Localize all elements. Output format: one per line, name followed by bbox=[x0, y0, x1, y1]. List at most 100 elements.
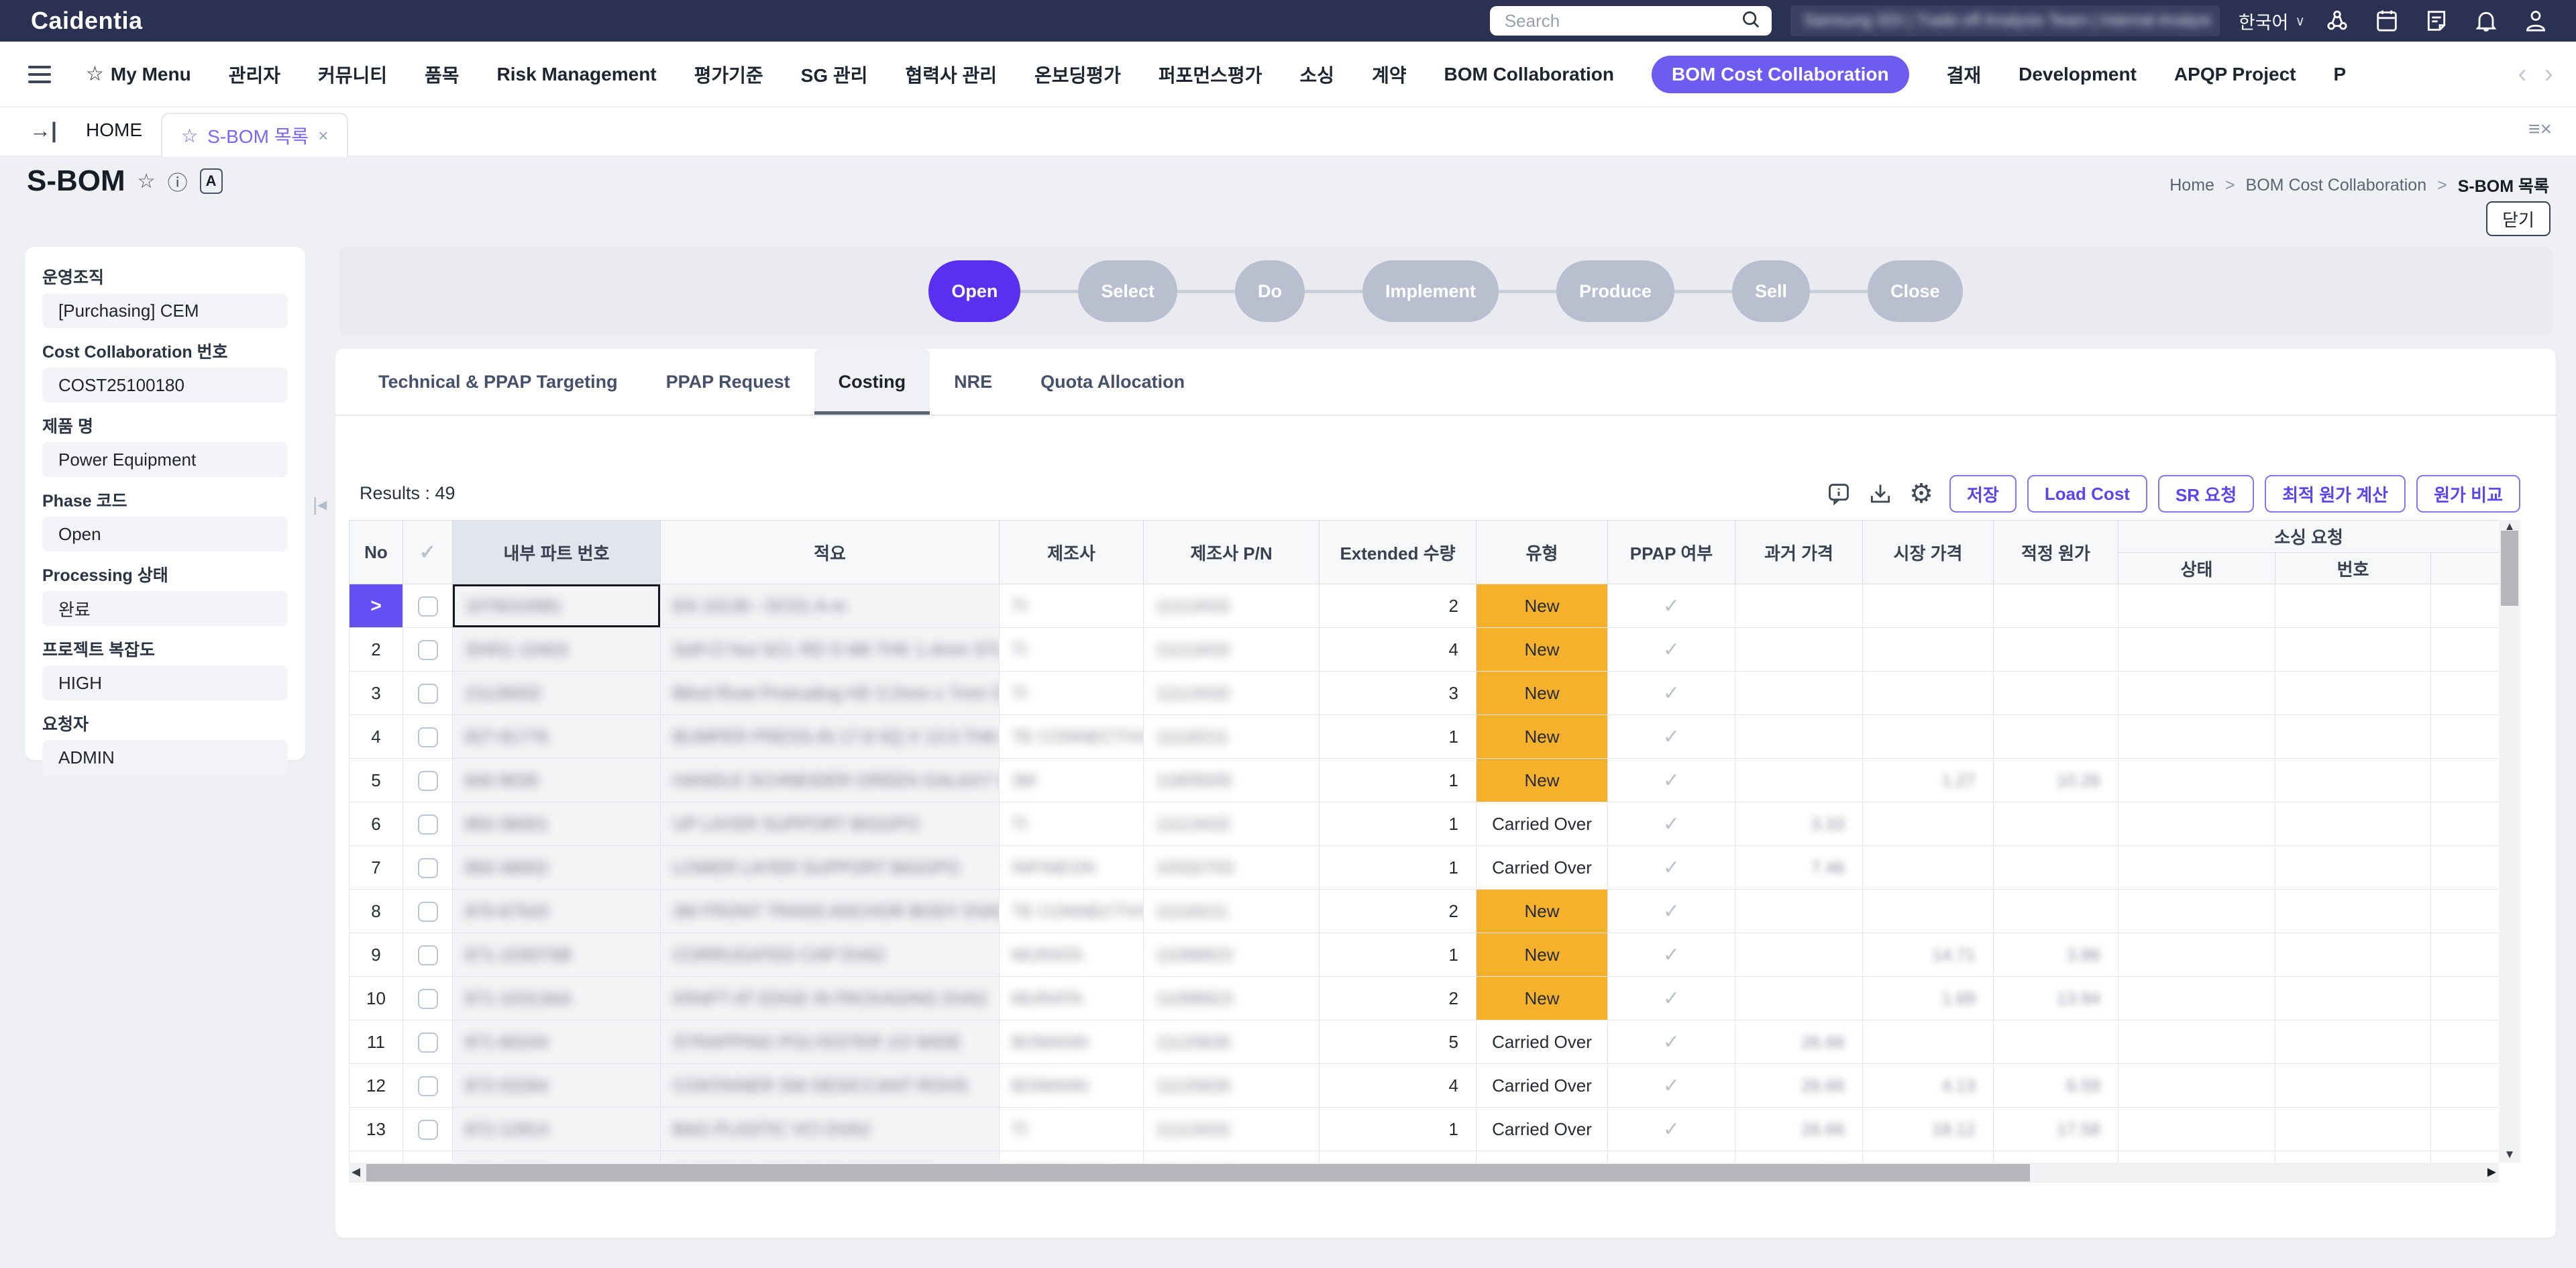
target-price-cell[interactable] bbox=[1994, 1151, 2118, 1163]
tab-technical-ppap-targeting[interactable]: Technical & PPAP Targeting bbox=[354, 349, 642, 415]
manufacturer-cell[interactable]: TI bbox=[1000, 672, 1144, 715]
row-checkbox[interactable] bbox=[418, 858, 438, 878]
sourcing-status-cell[interactable] bbox=[2118, 759, 2275, 802]
type-cell[interactable]: New bbox=[1477, 628, 1608, 672]
close-page-button[interactable]: 닫기 bbox=[2486, 201, 2551, 236]
manufacturer-pn-cell[interactable]: 10332703 bbox=[1144, 846, 1320, 890]
row-checkbox-cell[interactable] bbox=[403, 1020, 453, 1064]
info-bubble-icon[interactable] bbox=[1826, 481, 1851, 507]
row-checkbox[interactable] bbox=[418, 945, 438, 965]
row-checkbox-cell[interactable] bbox=[403, 1151, 453, 1163]
row-no-cell[interactable]: 12 bbox=[350, 1064, 403, 1108]
manufacturer-cell[interactable]: INFINEON bbox=[1000, 846, 1144, 890]
sourcing-number-cell[interactable] bbox=[2275, 977, 2431, 1020]
extended-qty-cell[interactable]: 5 bbox=[1320, 1020, 1477, 1064]
extended-qty-cell[interactable]: 2 bbox=[1320, 584, 1477, 628]
sourcing-number-cell[interactable] bbox=[2275, 759, 2431, 802]
menu-item-risk-management[interactable]: Risk Management bbox=[497, 64, 657, 85]
type-cell[interactable]: Carried Over bbox=[1477, 846, 1608, 890]
row-checkbox-cell[interactable] bbox=[403, 890, 453, 933]
part-number-cell[interactable]: 840-9030 bbox=[453, 759, 661, 802]
field-value[interactable]: ADMIN bbox=[42, 740, 288, 775]
close-tab-icon[interactable]: × bbox=[318, 125, 328, 146]
past-price-cell[interactable]: 3.33 bbox=[1735, 802, 1863, 846]
col-header-제조사-p-n[interactable]: 제조사 P/N bbox=[1144, 521, 1320, 584]
row-no-cell[interactable]: 6 bbox=[350, 802, 403, 846]
scroll-left-icon[interactable]: ◀ bbox=[352, 1165, 360, 1179]
menu-item-관리자[interactable]: 관리자 bbox=[229, 61, 280, 88]
원가-비교-button[interactable]: 원가 비교 bbox=[2416, 475, 2520, 513]
row-checkbox[interactable] bbox=[418, 684, 438, 704]
download-icon[interactable] bbox=[1868, 481, 1893, 507]
part-number-cell[interactable]: 871-60244 bbox=[453, 1020, 661, 1064]
manufacturer-cell[interactable]: MURATA bbox=[1000, 933, 1144, 977]
extended-qty-cell[interactable]: 1 bbox=[1320, 1108, 1477, 1151]
manufacturer-pn-cell[interactable]: 11113433 bbox=[1144, 628, 1320, 672]
target-price-cell[interactable]: 6.59 bbox=[1994, 1064, 2118, 1108]
favorite-star-icon[interactable]: ☆ bbox=[138, 170, 156, 193]
manufacturer-pn-cell[interactable]: 11116211 bbox=[1144, 715, 1320, 759]
row-checkbox-cell[interactable] bbox=[403, 1108, 453, 1151]
row-checkbox-cell[interactable] bbox=[403, 846, 453, 890]
part-number-cell[interactable]: 1076010081 bbox=[453, 584, 661, 628]
manufacturer-cell[interactable]: BOMANN bbox=[1000, 1020, 1144, 1064]
menu-scroll-right-icon[interactable]: › bbox=[2544, 59, 2553, 89]
past-price-cell[interactable]: 7.46 bbox=[1735, 846, 1863, 890]
description-cell[interactable]: Self-Cl Nut SCL RD S M6 THK 1.4mm STL bbox=[661, 628, 1000, 672]
past-price-cell[interactable] bbox=[1735, 715, 1863, 759]
search-input[interactable] bbox=[1505, 11, 1741, 32]
sourcing-status-cell[interactable] bbox=[2118, 715, 2275, 759]
row-no-cell[interactable]: > bbox=[350, 584, 403, 628]
sourcing-status-cell[interactable] bbox=[2118, 672, 2275, 715]
ppap-cell[interactable]: ✓ bbox=[1608, 977, 1735, 1020]
row-no-cell[interactable]: 13 bbox=[350, 1108, 403, 1151]
stage-do[interactable]: Do bbox=[1235, 260, 1305, 322]
manufacturer-cell[interactable]: TI bbox=[1000, 584, 1144, 628]
field-value[interactable]: Power Equipment bbox=[42, 442, 288, 477]
row-checkbox[interactable] bbox=[418, 596, 438, 617]
col-header-유형[interactable]: 유형 bbox=[1477, 521, 1608, 584]
row-checkbox[interactable] bbox=[418, 1076, 438, 1096]
description-cell[interactable]: CONTAINER SW DESICCANT ROHS bbox=[661, 1064, 1000, 1108]
row-checkbox-cell[interactable] bbox=[403, 715, 453, 759]
description-cell[interactable]: 3M FRONT TRANS ANCHOR BODY DVA2 bbox=[661, 890, 1000, 933]
tab-home[interactable]: HOME bbox=[86, 119, 142, 141]
market-price-cell[interactable] bbox=[1863, 1151, 1994, 1163]
sourcing-status-cell[interactable] bbox=[2118, 1064, 2275, 1108]
extended-qty-cell[interactable]: 4 bbox=[1320, 1064, 1477, 1108]
row-no-cell[interactable]: 9 bbox=[350, 933, 403, 977]
sourcing-status-cell[interactable] bbox=[2118, 1151, 2275, 1163]
memo-icon[interactable] bbox=[2423, 7, 2450, 34]
row-no-cell[interactable]: 3 bbox=[350, 672, 403, 715]
part-number-cell[interactable]: 871-10307SB bbox=[453, 933, 661, 977]
menu-item-sg-관리[interactable]: SG 관리 bbox=[801, 61, 868, 88]
extended-qty-cell[interactable]: 1 bbox=[1320, 933, 1477, 977]
scroll-down-icon[interactable]: ▼ bbox=[2499, 1148, 2520, 1161]
global-search[interactable] bbox=[1490, 6, 1772, 36]
menu-item-development[interactable]: Development bbox=[2019, 64, 2137, 85]
col-header-상태[interactable]: 상태 bbox=[2118, 553, 2275, 584]
sourcing-number-cell[interactable] bbox=[2275, 1020, 2431, 1064]
sourcing-number-cell[interactable] bbox=[2275, 584, 2431, 628]
menu-item-평가기준[interactable]: 평가기준 bbox=[694, 61, 763, 88]
past-price-cell[interactable]: 4.70 bbox=[1735, 1151, 1863, 1163]
ppap-cell[interactable]: ✓ bbox=[1608, 890, 1735, 933]
target-price-cell[interactable]: 10.26 bbox=[1994, 759, 2118, 802]
sourcing-status-cell[interactable] bbox=[2118, 628, 2275, 672]
row-checkbox[interactable] bbox=[418, 640, 438, 660]
target-price-cell[interactable] bbox=[1994, 890, 2118, 933]
sourcing-status-cell[interactable] bbox=[2118, 890, 2275, 933]
target-price-cell[interactable] bbox=[1994, 1020, 2118, 1064]
breadcrumb-item-bom-cost-collaboration[interactable]: BOM Cost Collaboration bbox=[2246, 176, 2427, 195]
row-checkbox-cell[interactable] bbox=[403, 977, 453, 1020]
part-number-cell[interactable]: 21126002 bbox=[453, 672, 661, 715]
bell-icon[interactable] bbox=[2473, 7, 2500, 34]
scroll-right-icon[interactable]: ▶ bbox=[2487, 1165, 2496, 1179]
sourcing-number-cell[interactable] bbox=[2275, 1064, 2431, 1108]
menu-item-bom-cost-collaboration[interactable]: BOM Cost Collaboration bbox=[1652, 56, 1909, 93]
row-checkbox[interactable] bbox=[418, 1120, 438, 1140]
저장-button[interactable]: 저장 bbox=[1949, 475, 2017, 513]
target-price-cell[interactable] bbox=[1994, 846, 2118, 890]
type-cell[interactable]: Carried Over bbox=[1477, 802, 1608, 846]
field-value[interactable]: Open bbox=[42, 517, 288, 551]
